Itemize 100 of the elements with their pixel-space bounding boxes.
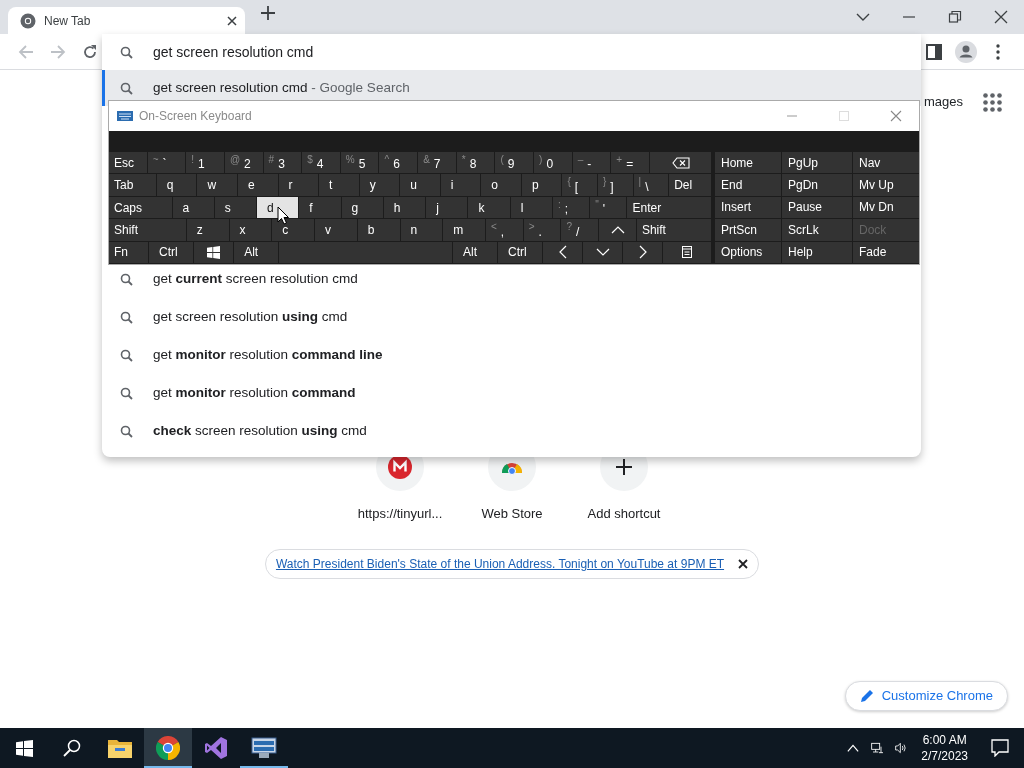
key[interactable]: + = [611, 152, 649, 174]
key[interactable]: Help [782, 241, 852, 263]
key[interactable]: Shift [636, 219, 712, 241]
key[interactable]: y [359, 174, 400, 196]
chevron-up-icon [847, 743, 860, 753]
key[interactable]: ScrLk [782, 219, 852, 241]
key[interactable]: k [468, 196, 510, 219]
key[interactable]: g [341, 196, 383, 219]
profile-avatar-icon [955, 40, 977, 63]
key[interactable]: b [357, 219, 400, 241]
key[interactable]: & 7 [418, 152, 456, 174]
key[interactable]: Mv Up [853, 174, 919, 196]
key[interactable]: @ 2 [224, 152, 263, 174]
key[interactable]: w [197, 174, 237, 196]
key[interactable]: # 3 [263, 152, 302, 174]
taskbar-app[interactable] [144, 728, 192, 768]
close-icon [738, 559, 749, 569]
key[interactable]: ! 1 [186, 152, 224, 174]
key[interactable]: l [510, 196, 552, 219]
key[interactable]: d [257, 196, 299, 219]
key[interactable]: a [172, 196, 214, 219]
key[interactable]: Alt [452, 241, 498, 264]
suggestion-row[interactable]: check screen resolution using cmd [102, 412, 921, 450]
key[interactable]: – - [572, 152, 611, 174]
key[interactable] [663, 241, 712, 264]
key[interactable]: ) 0 [534, 152, 572, 174]
key[interactable]: j [426, 196, 468, 219]
shortcut-label: Web Store [481, 505, 543, 523]
key[interactable]: | \ [633, 174, 669, 196]
key[interactable]: f [299, 196, 341, 219]
key[interactable]: n [400, 219, 443, 241]
suggestion-row[interactable]: get monitor resolution command [102, 374, 921, 412]
clock[interactable]: 6:00 AM 2/7/2023 [913, 728, 976, 768]
key[interactable]: ~ ` [147, 152, 186, 174]
key[interactable]: Options [715, 241, 781, 263]
key[interactable] [194, 241, 234, 264]
window-title: On-Screen Keyboard [139, 108, 253, 125]
key[interactable]: PgDn [782, 174, 852, 196]
key[interactable]: Fade [853, 241, 919, 263]
key[interactable]: % 5 [340, 152, 379, 174]
search-icon [120, 348, 133, 362]
apps-button[interactable] [983, 92, 1002, 112]
key[interactable]: Ctrl [498, 241, 543, 264]
key[interactable]: Mv Dn [853, 196, 919, 219]
key[interactable]: h [383, 196, 426, 219]
images-link[interactable]: mages [923, 92, 963, 112]
key[interactable]: v [315, 219, 357, 241]
key[interactable]: < , [485, 219, 523, 241]
key[interactable]: Caps [109, 196, 172, 219]
key[interactable] [649, 152, 712, 174]
key[interactable]: Enter [627, 196, 711, 219]
key[interactable]: t [319, 174, 359, 196]
key[interactable]: i [440, 174, 481, 196]
backspace-icon [671, 156, 690, 169]
key[interactable]: Esc [109, 152, 147, 174]
key[interactable]: Alt [234, 241, 279, 264]
key[interactable]: * 8 [456, 152, 495, 174]
key[interactable]: x [229, 219, 272, 241]
key[interactable]: Pause [782, 196, 852, 219]
key[interactable]: Ctrl [149, 241, 194, 264]
key[interactable]: PrtScn [715, 219, 781, 241]
customize-chrome-button[interactable]: Customize Chrome [844, 681, 1008, 711]
close-icon [890, 110, 902, 122]
key[interactable]: > . [523, 219, 561, 241]
key[interactable]: s [214, 196, 257, 219]
network-icon [871, 740, 884, 756]
key[interactable]: End [715, 174, 781, 196]
key[interactable]: e [237, 174, 278, 196]
key[interactable]: Shift [109, 219, 186, 241]
key[interactable]: ^ 6 [379, 152, 418, 174]
chrome-logo-icon [156, 736, 180, 760]
key[interactable]: m [443, 219, 485, 241]
key[interactable]: { [ [562, 174, 597, 196]
suggestion-row[interactable]: get screen resolution using cmd [102, 298, 921, 336]
key[interactable]: Insert [715, 196, 781, 219]
key[interactable]: q [156, 174, 197, 196]
key[interactable]: u [400, 174, 440, 196]
close-tab-button[interactable] [227, 15, 237, 26]
suggestion-row[interactable]: get monitor resolution command line [102, 336, 921, 374]
key[interactable]: p [521, 174, 562, 196]
key[interactable]: Home [715, 152, 781, 174]
key[interactable]: o [481, 174, 521, 196]
key[interactable]: $ 4 [302, 152, 340, 174]
key[interactable]: Del [669, 174, 712, 196]
key[interactable]: : ; [552, 196, 590, 219]
browser-tab[interactable]: New Tab [8, 7, 245, 34]
promo-link[interactable]: Watch President Biden's State of the Union Address. Tonight on YouTube at 9PM ET [275, 555, 725, 573]
key[interactable]: Tab [109, 174, 156, 196]
key[interactable]: } ] [598, 174, 633, 196]
key[interactable]: c [272, 219, 315, 241]
key[interactable]: Fn [109, 241, 149, 264]
key[interactable]: Nav [853, 152, 919, 174]
dismiss-button[interactable] [738, 559, 749, 569]
new-tab-button[interactable] [261, 6, 275, 20]
key[interactable]: PgUp [782, 152, 852, 174]
key[interactable]: ? / [561, 219, 599, 241]
key[interactable]: " ' [590, 196, 627, 219]
key[interactable]: z [186, 219, 229, 241]
key[interactable]: r [278, 174, 319, 196]
key[interactable]: ( 9 [495, 152, 534, 174]
